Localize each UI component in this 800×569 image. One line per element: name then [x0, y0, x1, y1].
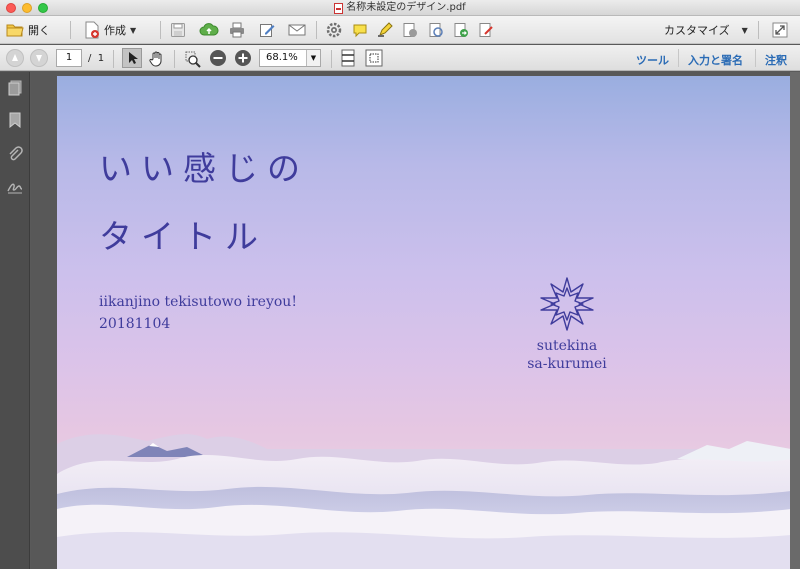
customize-label: カスタマイズ	[664, 24, 730, 37]
customize-button[interactable]: カスタマイズ ▼	[664, 20, 748, 40]
document-heading-line1: いい感じの	[99, 149, 309, 188]
export-icon[interactable]	[453, 22, 469, 38]
tab-fill-and-sign[interactable]: 入力と署名	[688, 52, 743, 68]
zoom-window-button[interactable]	[38, 3, 48, 13]
create-label: 作成	[104, 24, 126, 37]
document-heading-line2: タイトル	[99, 217, 267, 256]
save-icon[interactable]	[170, 22, 186, 38]
zoom-level-value: 68.1%	[266, 52, 298, 63]
chevron-down-icon[interactable]: ▼	[306, 50, 320, 66]
comment-bubble-icon[interactable]	[352, 22, 368, 38]
tab-divider	[678, 49, 679, 67]
document-viewport[interactable]: いい感じの タイトル iikanjino tekisutowo ireyou! …	[31, 72, 800, 569]
brand-name-line1: sutekina	[536, 338, 598, 354]
pdf-page: いい感じの タイトル iikanjino tekisutowo ireyou! …	[57, 76, 791, 569]
mandala-emblem-icon	[540, 277, 594, 331]
cursor-arrow-icon	[129, 52, 138, 64]
create-button[interactable]: 作成 ▼	[84, 20, 136, 40]
page-thumbnails-icon[interactable]	[7, 80, 23, 96]
stamp-icon[interactable]	[402, 22, 418, 38]
page-total: / 1	[88, 53, 105, 64]
edit-icon[interactable]	[259, 22, 275, 38]
pdf-file-icon	[334, 2, 344, 14]
document-date: 20181104	[99, 316, 171, 332]
page-number-input[interactable]: 1	[56, 49, 82, 67]
toolbar-divider	[113, 50, 114, 68]
folder-icon	[6, 24, 24, 37]
chevron-down-icon: ▼	[130, 25, 137, 35]
hand-icon[interactable]	[148, 50, 166, 68]
zoom-level-input[interactable]: 68.1% ▼	[259, 49, 321, 67]
print-icon[interactable]	[229, 22, 245, 38]
close-window-button[interactable]	[6, 3, 16, 13]
cloud-upload-icon[interactable]	[199, 22, 219, 38]
zoom-in-icon[interactable]	[234, 49, 252, 67]
document-subtitle: iikanjino tekisutowo ireyou!	[99, 294, 297, 310]
navigation-panel	[0, 72, 30, 569]
attach-icon[interactable]	[428, 22, 444, 38]
zoom-out-icon[interactable]	[209, 49, 227, 67]
main-toolbar: 開く 作成 ▼ カスタマイズ ▼	[0, 16, 800, 44]
marquee-zoom-icon[interactable]	[184, 50, 202, 68]
previous-page-button[interactable]	[6, 49, 24, 67]
toolbar-divider	[758, 21, 759, 39]
expand-icon[interactable]	[772, 22, 788, 38]
next-page-button[interactable]	[30, 49, 48, 67]
highlight-icon[interactable]	[377, 22, 393, 38]
paperclip-icon[interactable]	[7, 146, 23, 162]
toolbar-divider	[316, 21, 317, 39]
sign-icon[interactable]	[478, 22, 494, 38]
toolbar-divider	[70, 21, 71, 39]
window-titlebar: 名称未設定のデザイン.pdf	[0, 0, 800, 16]
signature-icon[interactable]	[7, 178, 23, 194]
brand-name-line2: sa-kurumei	[527, 356, 607, 372]
toolbar-divider	[160, 21, 161, 39]
create-pdf-icon	[85, 21, 99, 39]
tab-divider	[755, 49, 756, 67]
select-tool-button[interactable]	[122, 48, 142, 68]
tab-tools[interactable]: ツール	[636, 52, 669, 68]
toolbar-divider	[331, 50, 332, 68]
cloud-background-image	[57, 434, 791, 569]
full-screen-icon[interactable]	[365, 49, 383, 67]
open-button[interactable]: 開く	[6, 20, 50, 40]
gear-icon[interactable]	[326, 22, 342, 38]
vertical-scrollbar[interactable]	[790, 72, 800, 569]
toolbar-divider	[174, 50, 175, 68]
email-icon[interactable]	[288, 22, 306, 38]
tab-comment[interactable]: 注釈	[765, 52, 787, 68]
fit-width-icon[interactable]	[340, 49, 356, 67]
open-label: 開く	[28, 24, 50, 37]
window-title: 名称未設定のデザイン.pdf	[346, 2, 466, 13]
chevron-down-icon: ▼	[741, 25, 748, 35]
navigation-toolbar: 1 / 1 68.1% ▼ ツール 入力と署名 注釈	[0, 45, 800, 71]
bookmark-icon[interactable]	[7, 112, 23, 128]
minimize-window-button[interactable]	[22, 3, 32, 13]
